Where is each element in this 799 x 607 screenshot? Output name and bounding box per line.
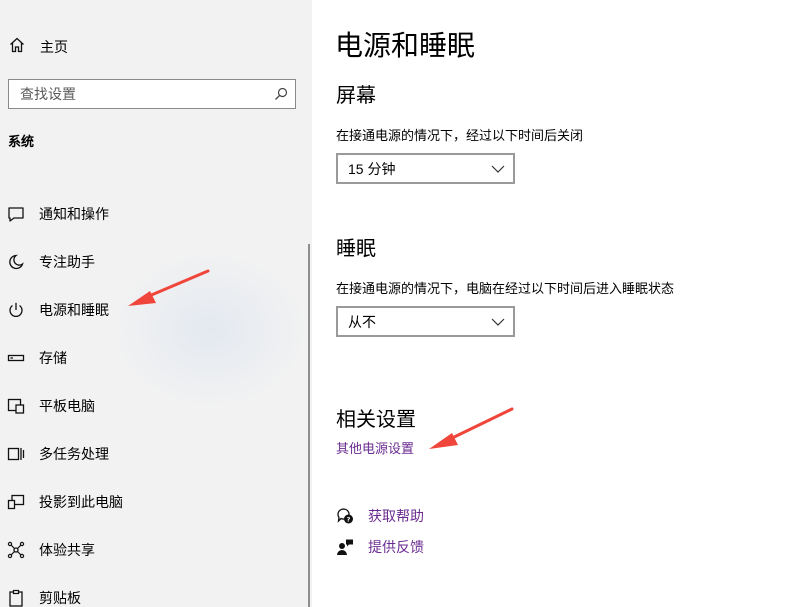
multitasking-icon [7,445,25,463]
give-feedback-link[interactable]: 提供反馈 [336,536,424,558]
page-title: 电源和睡眠 [335,30,476,61]
sleep-heading: 睡眠 [336,238,376,260]
sidebar-item-shared-experiences[interactable]: 体验共享 [0,534,300,566]
storage-icon [7,349,25,367]
help-chat-icon: ? [336,507,354,525]
sleep-timeout-value: 从不 [348,313,376,330]
home-button[interactable]: 主页 [8,34,68,60]
sidebar-item-label: 电源和睡眠 [39,302,109,318]
svg-text:?: ? [347,515,351,523]
chevron-down-icon [491,165,505,173]
main-content: 电源和睡眠 屏幕 在接通电源的情况下，经过以下时间后关闭 15 分钟 睡眠 在接… [312,0,799,607]
annotation-arrow-link [429,407,514,449]
chevron-down-icon [491,318,505,326]
section-title: 系统 [8,134,35,149]
power-icon [7,301,25,319]
screen-heading: 屏幕 [336,85,376,107]
search-input[interactable] [9,86,267,102]
screen-timeout-dropdown[interactable]: 15 分钟 [336,153,515,184]
sidebar-item-label: 多任务处理 [39,446,109,462]
sidebar-item-storage[interactable]: 存储 [0,342,300,374]
sidebar-item-clipboard[interactable]: 剪贴板 [0,582,300,607]
sidebar-item-notifications[interactable]: 通知和操作 [0,198,300,230]
sidebar-item-tablet[interactable]: 平板电脑 [0,390,300,422]
annotation-arrow-power [128,269,210,306]
share-icon [7,541,25,559]
additional-power-settings-link[interactable]: 其他电源设置 [336,440,414,458]
home-label: 主页 [40,39,68,55]
screen-description: 在接通电源的情况下，经过以下时间后关闭 [336,128,584,143]
sidebar-item-label: 投影到此电脑 [39,494,123,510]
home-icon [8,36,26,59]
search-box [8,79,296,109]
tablet-icon [7,397,25,415]
sleep-timeout-dropdown[interactable]: 从不 [336,306,515,337]
clipboard-icon [7,589,25,607]
sidebar-item-label: 剪贴板 [39,590,81,606]
sidebar-item-label: 体验共享 [39,542,95,558]
sidebar-item-project-to-pc[interactable]: 投影到此电脑 [0,486,300,518]
sleep-description: 在接通电源的情况下，电脑在经过以下时间后进入睡眠状态 [336,281,675,296]
get-help-link[interactable]: ? 获取帮助 [336,505,424,527]
feedback-icon [336,538,354,556]
sidebar-item-label: 平板电脑 [39,398,95,414]
sidebar-item-label: 通知和操作 [39,206,109,222]
projection-icon [7,493,25,511]
screen-timeout-value: 15 分钟 [348,160,396,177]
related-settings-heading: 相关设置 [336,409,416,431]
sidebar-item-label: 专注助手 [39,254,95,270]
notification-icon [7,205,25,223]
get-help-label: 获取帮助 [368,508,424,524]
sidebar-scrollbar[interactable] [308,244,310,607]
search-icon[interactable] [267,80,295,108]
give-feedback-label: 提供反馈 [368,539,424,555]
sidebar-item-multitasking[interactable]: 多任务处理 [0,438,300,470]
sidebar-item-label: 存储 [39,350,67,366]
moon-icon [7,253,25,271]
